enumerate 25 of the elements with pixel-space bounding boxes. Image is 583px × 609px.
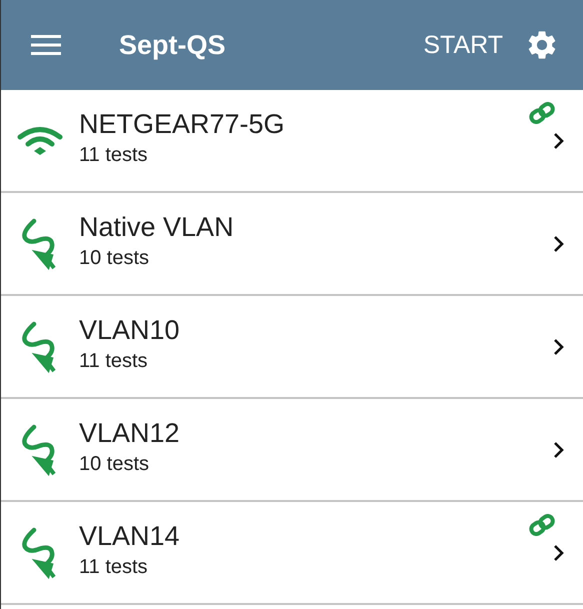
profile-name: Native VLAN (79, 212, 235, 242)
test-count: 10 tests (79, 452, 150, 476)
profile-name: VLAN14 (79, 520, 181, 552)
profile-row[interactable]: VLAN10 11 tests (1, 296, 583, 399)
test-count: 11 tests (79, 556, 149, 578)
profile-row[interactable]: NETGEAR77-5G 11 tests (1, 90, 583, 193)
chevron-right-icon (553, 132, 565, 150)
screen-title: Sept-QS (119, 30, 227, 60)
menu-button[interactable] (31, 34, 61, 56)
chevron-right-icon (553, 544, 565, 562)
profile-row[interactable]: VLAN12 10 tests (1, 399, 583, 502)
chevron-right-icon (553, 338, 565, 356)
profile-row[interactable]: Native VLAN 10 tests (1, 193, 583, 296)
wifi-icon (17, 126, 63, 156)
profile-row[interactable]: VLAN14 11 tests (1, 502, 583, 605)
test-count: 10 tests (79, 246, 150, 270)
chevron-right-icon (553, 441, 565, 459)
test-count: 11 tests (79, 350, 149, 372)
profile-name: VLAN10 (79, 314, 181, 346)
menu-icon (31, 34, 61, 56)
chevron-right-icon (553, 235, 565, 253)
profile-name: VLAN12 (79, 418, 181, 448)
test-count: 11 tests (79, 144, 149, 166)
start-button[interactable]: START (423, 30, 503, 60)
profile-name: NETGEAR77-5G (79, 108, 286, 140)
